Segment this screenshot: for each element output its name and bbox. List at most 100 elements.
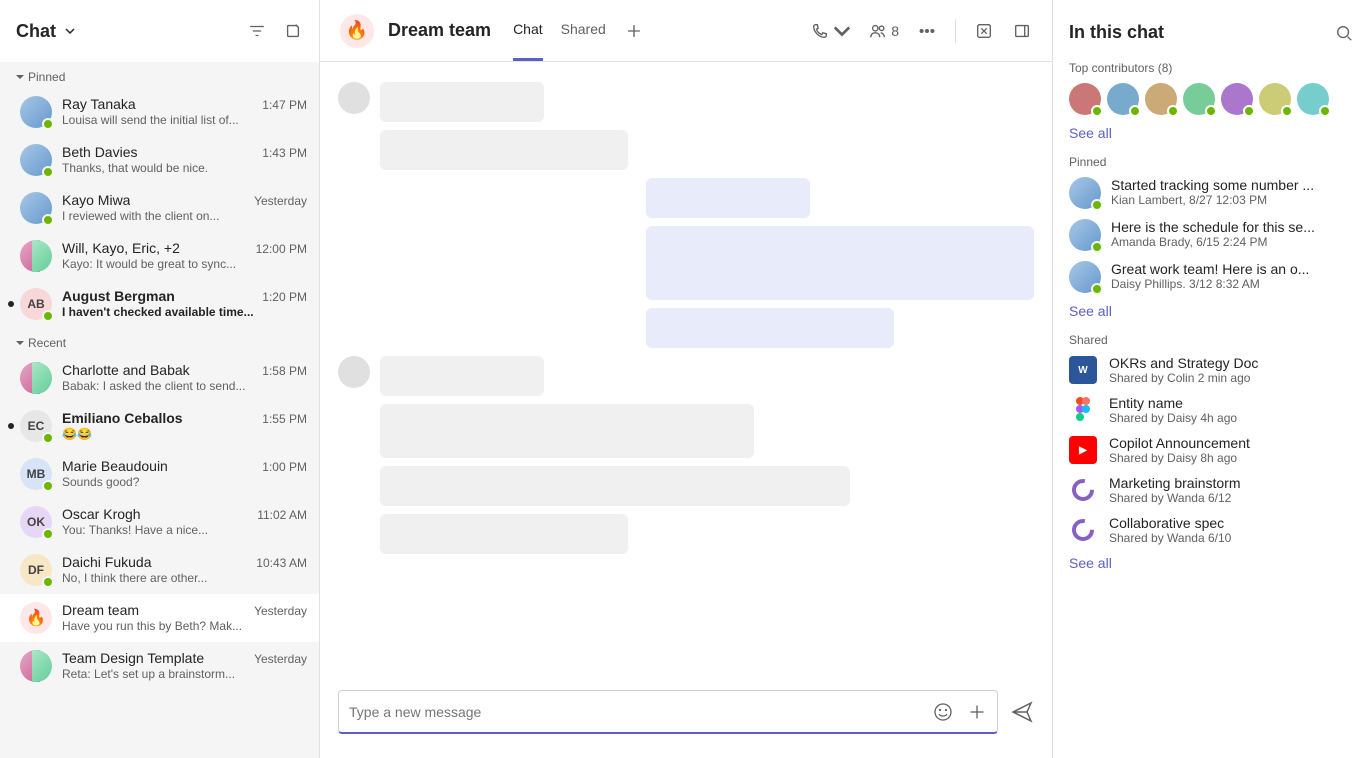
- chat-item-time: 1:00 PM: [262, 460, 307, 474]
- loop-icon: [1069, 516, 1097, 544]
- message-bubble[interactable]: [380, 130, 628, 170]
- message-bubble[interactable]: [646, 178, 810, 218]
- pinned-section-header[interactable]: Pinned: [0, 62, 319, 88]
- shared-title: Entity name: [1109, 395, 1354, 411]
- compose-input[interactable]: [349, 704, 933, 720]
- panel-search-button[interactable]: [1334, 23, 1354, 43]
- chat-item-title: Charlotte and Babak: [62, 362, 190, 378]
- pinned-meta: Kian Lambert, 8/27 12:03 PM: [1111, 193, 1354, 207]
- chat-item-preview: Thanks, that would be nice.: [62, 161, 307, 175]
- participants-button[interactable]: 8: [869, 22, 899, 40]
- pinned-title: Started tracking some number ...: [1111, 177, 1354, 193]
- chat-list-item[interactable]: OKOscar Krogh11:02 AMYou: Thanks! Have a…: [0, 498, 319, 546]
- message-area[interactable]: [320, 62, 1052, 675]
- chat-item-time: Yesterday: [254, 194, 307, 208]
- message-bubble[interactable]: [380, 514, 628, 554]
- pinned-message[interactable]: Great work team! Here is an o...Daisy Ph…: [1069, 261, 1354, 293]
- chat-list-item[interactable]: DFDaichi Fukuda10:43 AMNo, I think there…: [0, 546, 319, 594]
- chat-list-item[interactable]: Kayo MiwaYesterdayI reviewed with the cl…: [0, 184, 319, 232]
- chat-list[interactable]: Pinned Ray Tanaka1:47 PMLouisa will send…: [0, 62, 319, 758]
- chat-item-preview: I haven't checked available time...: [62, 305, 307, 319]
- tab-chat[interactable]: Chat: [513, 0, 543, 61]
- message-bubble[interactable]: [380, 82, 544, 122]
- contributor-avatar[interactable]: [1297, 83, 1329, 115]
- call-button[interactable]: [811, 21, 851, 41]
- message-group: [338, 178, 1034, 348]
- message-bubble[interactable]: [380, 466, 850, 506]
- top-contributors-label: Top contributors (8): [1069, 61, 1354, 75]
- chat-dropdown[interactable]: Chat: [16, 21, 76, 42]
- chat-item-time: 10:43 AM: [256, 556, 307, 570]
- contributor-avatar[interactable]: [1221, 83, 1253, 115]
- see-all-contributors[interactable]: See all: [1069, 125, 1112, 141]
- filter-button[interactable]: [247, 21, 267, 41]
- add-tab-button[interactable]: [624, 21, 644, 41]
- pinned-message[interactable]: Started tracking some number ...Kian Lam…: [1069, 177, 1354, 209]
- avatar: 🔥: [20, 602, 52, 634]
- message-bubble[interactable]: [380, 356, 544, 396]
- pinned-label: Pinned: [1069, 155, 1354, 169]
- shared-meta: Shared by Wanda 6/12: [1109, 491, 1354, 505]
- chevron-down-icon: [64, 25, 76, 37]
- chat-list-item[interactable]: ABAugust Bergman1:20 PMI haven't checked…: [0, 280, 319, 328]
- shared-file[interactable]: Entity nameShared by Daisy 4h ago: [1069, 395, 1354, 425]
- chat-item-preview: Sounds good?: [62, 475, 307, 489]
- contributor-avatar[interactable]: [1183, 83, 1215, 115]
- chat-list-item[interactable]: MBMarie Beaudouin1:00 PMSounds good?: [0, 450, 319, 498]
- see-all-shared[interactable]: See all: [1069, 555, 1112, 571]
- tab-shared[interactable]: Shared: [561, 0, 606, 61]
- see-all-pinned[interactable]: See all: [1069, 303, 1112, 319]
- new-chat-button[interactable]: [283, 21, 303, 41]
- copilot-button[interactable]: [974, 21, 994, 41]
- emoji-button[interactable]: [933, 702, 953, 722]
- avatar: [20, 192, 52, 224]
- chat-item-time: 1:20 PM: [262, 290, 307, 304]
- word-icon: W: [1069, 356, 1097, 384]
- chat-item-time: 1:55 PM: [262, 412, 307, 426]
- avatar: [1069, 219, 1101, 251]
- chat-list-item[interactable]: ECEmiliano Ceballos1:55 PM😂😂: [0, 402, 319, 450]
- chat-list-item[interactable]: 🔥Dream teamYesterdayHave you run this by…: [0, 594, 319, 642]
- chat-item-preview: Babak: I asked the client to send...: [62, 379, 307, 393]
- message-bubble[interactable]: [646, 308, 894, 348]
- chat-item-preview: Kayo: It would be great to sync...: [62, 257, 307, 271]
- figma-icon: [1069, 396, 1097, 424]
- shared-meta: Shared by Daisy 8h ago: [1109, 451, 1354, 465]
- chat-item-preview: You: Thanks! Have a nice...: [62, 523, 307, 537]
- pinned-message[interactable]: Here is the schedule for this se...Amand…: [1069, 219, 1354, 251]
- chat-list-item[interactable]: Ray Tanaka1:47 PMLouisa will send the in…: [0, 88, 319, 136]
- send-button[interactable]: [1010, 700, 1034, 724]
- open-panel-button[interactable]: [1012, 21, 1032, 41]
- chat-item-time: 1:47 PM: [262, 98, 307, 112]
- contributor-avatar[interactable]: [1145, 83, 1177, 115]
- more-button[interactable]: [917, 21, 937, 41]
- chat-item-preview: Have you run this by Beth? Mak...: [62, 619, 307, 633]
- chat-list-item[interactable]: Will, Kayo, Eric, +212:00 PMKayo: It wou…: [0, 232, 319, 280]
- chat-item-preview: Louisa will send the initial list of...: [62, 113, 307, 127]
- add-attachment-button[interactable]: [967, 702, 987, 722]
- shared-file[interactable]: Marketing brainstormShared by Wanda 6/12: [1069, 475, 1354, 505]
- chat-list-item[interactable]: Team Design TemplateYesterdayReta: Let's…: [0, 642, 319, 690]
- shared-file[interactable]: Collaborative specShared by Wanda 6/10: [1069, 515, 1354, 545]
- chat-item-preview: Reta: Let's set up a brainstorm...: [62, 667, 307, 681]
- chat-list-item[interactable]: Beth Davies1:43 PMThanks, that would be …: [0, 136, 319, 184]
- contributor-avatar[interactable]: [1107, 83, 1139, 115]
- message-bubble[interactable]: [380, 404, 754, 458]
- shared-title: Marketing brainstorm: [1109, 475, 1354, 491]
- chat-item-title: Oscar Krogh: [62, 506, 141, 522]
- recent-section-header[interactable]: Recent: [0, 328, 319, 354]
- chat-list-item[interactable]: Charlotte and Babak1:58 PMBabak: I asked…: [0, 354, 319, 402]
- chat-item-title: August Bergman: [62, 288, 175, 304]
- avatar: [1069, 261, 1101, 293]
- chevron-down-icon: [833, 22, 851, 40]
- compose-box[interactable]: [338, 690, 998, 734]
- shared-meta: Shared by Daisy 4h ago: [1109, 411, 1354, 425]
- shared-file[interactable]: ▶Copilot AnnouncementShared by Daisy 8h …: [1069, 435, 1354, 465]
- chat-item-title: Team Design Template: [62, 650, 204, 666]
- message-bubble[interactable]: [646, 226, 1034, 300]
- contributor-avatar[interactable]: [1259, 83, 1291, 115]
- shared-file[interactable]: WOKRs and Strategy DocShared by Colin 2 …: [1069, 355, 1354, 385]
- contributor-avatar[interactable]: [1069, 83, 1101, 115]
- avatar: EC: [20, 410, 52, 442]
- avatar: OK: [20, 506, 52, 538]
